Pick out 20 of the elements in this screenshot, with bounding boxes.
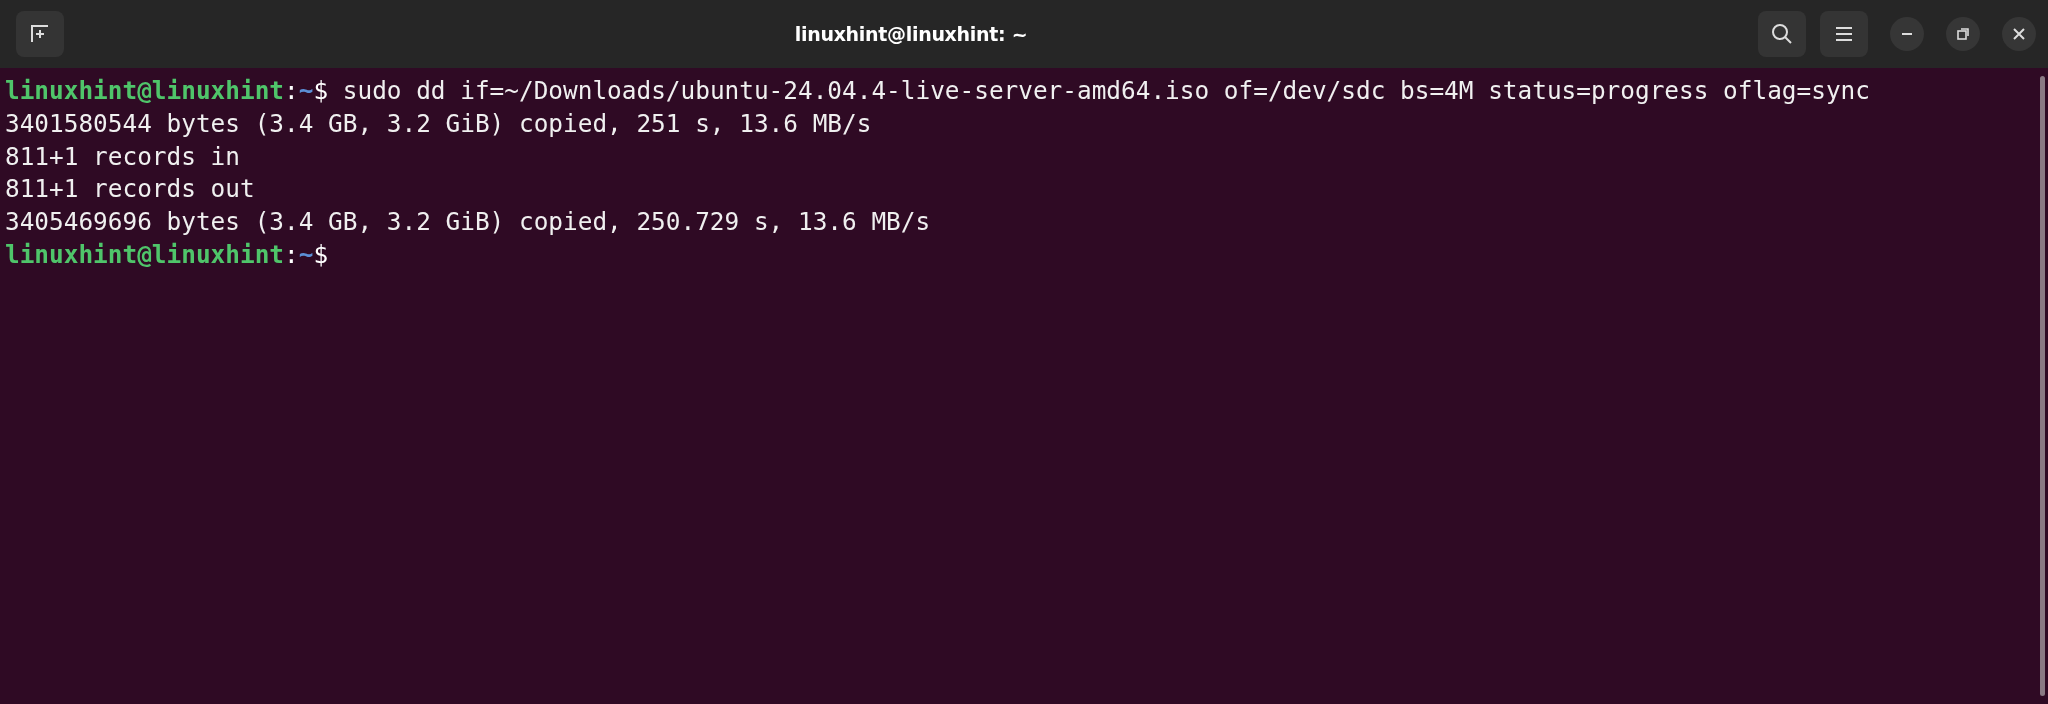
menu-icon — [1835, 26, 1853, 42]
new-tab-button[interactable] — [16, 11, 64, 57]
command-text: sudo dd if=~/Downloads/ubuntu-24.04.4-live-server-amd64.iso of=/dev/sdc bs=4M status=progress oflag=sync — [342, 76, 1870, 105]
close-button[interactable] — [2002, 17, 2036, 51]
minimize-icon — [1902, 33, 1912, 35]
menu-button[interactable] — [1820, 11, 1868, 57]
prompt: linuxhint@linuxhint:~$ — [5, 240, 329, 269]
restore-button[interactable] — [1946, 17, 1980, 51]
output-line: 3401580544 bytes (3.4 GB, 3.2 GiB) copied, 251 s, 13.6 MB/s — [5, 108, 872, 138]
output-line: 811+1 records out — [5, 174, 255, 204]
restore-icon — [1957, 28, 1969, 40]
window-title: linuxhint@linuxhint: ~ — [793, 23, 1029, 45]
search-icon — [1771, 23, 1793, 45]
prompt: linuxhint@linuxhint:~$ — [5, 76, 329, 105]
output-line: 811+1 records in — [5, 141, 240, 171]
close-icon — [2013, 28, 2025, 40]
scrollbar[interactable] — [2040, 76, 2045, 696]
output-line: 3405469696 bytes (3.4 GB, 3.2 GiB) copied, 250.729 s, 13.6 MB/s — [5, 207, 931, 237]
search-button[interactable] — [1758, 11, 1806, 57]
new-tab-icon — [30, 25, 50, 43]
